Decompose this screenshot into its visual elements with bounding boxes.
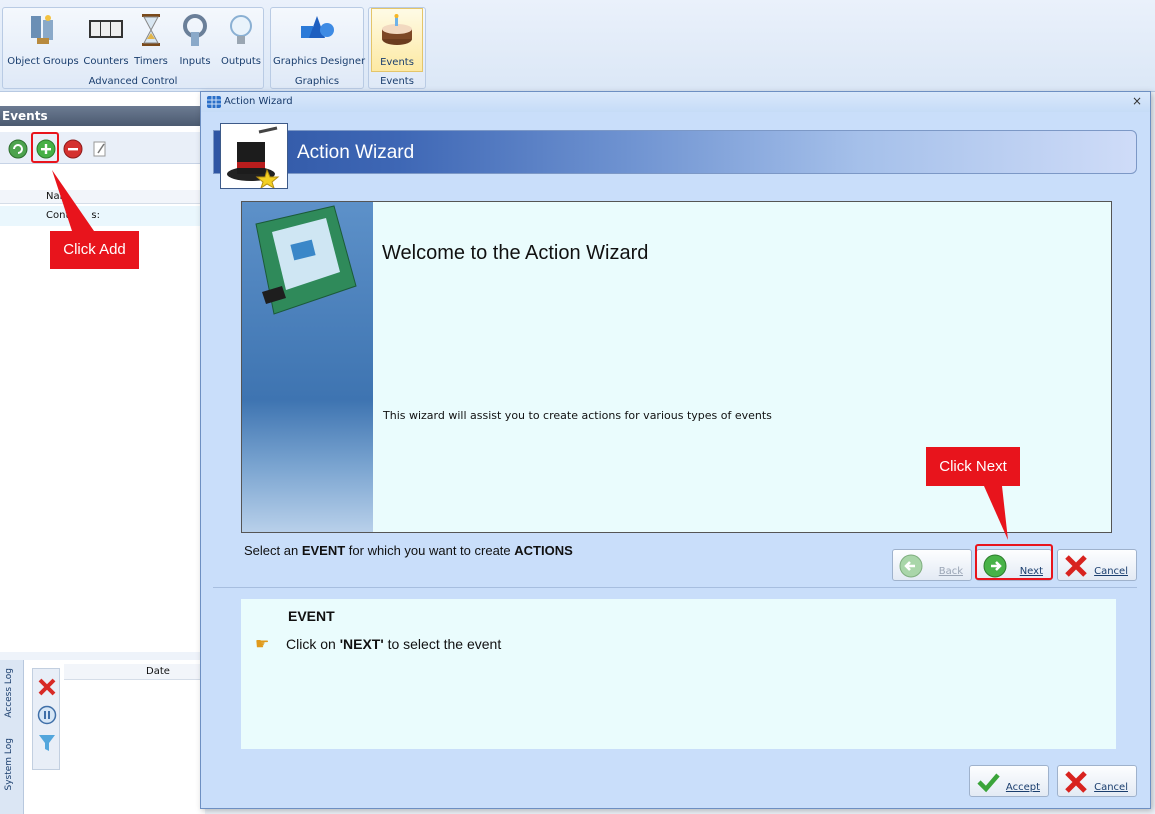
back-label: Back xyxy=(938,566,963,577)
events-grid-row[interactable]: Conta s: xyxy=(0,206,205,226)
prompt-event: EVENT xyxy=(301,543,346,558)
log-area: Access Log System Log Date xyxy=(0,660,205,814)
clear-log-icon[interactable] xyxy=(37,677,57,697)
pause-icon[interactable] xyxy=(37,705,57,725)
dialog-title: Action Wizard xyxy=(224,96,293,107)
log-vertical-tabs: Access Log System Log xyxy=(0,660,24,814)
ribbon-group-graphics: Graphics Designer Graphics xyxy=(270,7,366,89)
tab-system-log[interactable]: System Log xyxy=(4,738,14,791)
group-label-graphics: Graphics xyxy=(294,76,340,87)
pointing-hand-icon: ☛ xyxy=(255,634,270,653)
next-button-highlight xyxy=(975,544,1053,580)
ribbon-group-advanced-control: Object Groups Counters Timers Inputs Out… xyxy=(2,7,264,89)
refresh-icon[interactable] xyxy=(8,139,28,159)
click-next-text: Click Next xyxy=(939,458,1007,475)
click-next-callout: Click Next xyxy=(926,447,1020,486)
object-groups-button[interactable]: Object Groups xyxy=(5,8,81,72)
events-label: Events xyxy=(380,57,414,68)
magic-hat-icon xyxy=(220,123,288,190)
dialog-separator xyxy=(213,587,1137,588)
lightbulb-icon xyxy=(230,15,252,44)
event-prompt: Select an EVENT for which you want to cr… xyxy=(244,543,573,558)
back-arrow-icon xyxy=(899,554,923,578)
graphics-designer-label: Graphics Designer xyxy=(273,56,366,67)
counters-icon xyxy=(89,20,123,38)
click-add-callout: Click Add xyxy=(50,231,139,269)
event-info-panel: EVENT ☛ Click on 'NEXT' to select the ev… xyxy=(241,599,1116,749)
add-button-highlight xyxy=(31,132,59,163)
prompt-actions: ACTIONS xyxy=(514,543,573,558)
graphics-designer-button[interactable]: Graphics Designer xyxy=(273,8,366,72)
date-column-header: Date xyxy=(146,666,170,677)
group-label-advanced-control: Advanced Control xyxy=(88,76,178,87)
cancel-button[interactable]: Cancel xyxy=(1057,549,1137,581)
hourglass-icon xyxy=(142,14,160,46)
cancel-button-bottom[interactable]: Cancel xyxy=(1057,765,1137,797)
events-grid-row-text: Conta s: xyxy=(46,210,100,221)
close-icon[interactable]: × xyxy=(1132,94,1142,108)
object-groups-label: Object Groups xyxy=(7,56,79,67)
birthday-cake-icon xyxy=(382,14,412,45)
prompt-pre: Select an xyxy=(244,543,302,558)
events-button[interactable]: Events xyxy=(371,8,423,72)
info-text-bold: 'NEXT' xyxy=(339,636,384,652)
info-heading: EVENT xyxy=(288,608,335,624)
cancel-x-icon xyxy=(1065,555,1087,577)
counters-label: Counters xyxy=(83,56,129,67)
cancel-bottom-label: Cancel xyxy=(1094,782,1128,793)
info-text-pre: Click on xyxy=(286,636,340,652)
welcome-heading: Welcome to the Action Wizard xyxy=(382,242,649,264)
ribbon: Object Groups Counters Timers Inputs Out… xyxy=(0,0,1155,92)
info-text-post: to select the event xyxy=(383,636,502,652)
inputs-icon xyxy=(183,14,207,46)
cancel-x-icon xyxy=(1065,771,1087,793)
events-pane-title: Events xyxy=(0,106,205,126)
filter-icon[interactable] xyxy=(37,733,57,753)
events-grid-header: Nam xyxy=(0,190,205,204)
events-pane: Events Nam Conta s: ◂ xyxy=(0,92,205,734)
accept-label: Accept xyxy=(1005,782,1040,793)
log-toolbar xyxy=(32,668,60,770)
prompt-mid: for which you want to create xyxy=(345,543,515,558)
controller-board-image xyxy=(242,202,373,532)
inputs-button[interactable]: Inputs xyxy=(173,8,217,72)
group-label-events: Events xyxy=(380,76,414,87)
remove-icon[interactable] xyxy=(63,139,83,159)
click-add-text: Click Add xyxy=(63,241,126,258)
tab-access-log[interactable]: Access Log xyxy=(4,668,14,718)
outputs-label: Outputs xyxy=(221,56,261,67)
ribbon-group-events: Events Events xyxy=(368,7,426,89)
accept-button[interactable]: Accept xyxy=(969,765,1049,797)
name-column-header: Nam xyxy=(46,191,70,202)
back-button[interactable]: Back xyxy=(892,549,972,581)
banner-title: Action Wizard xyxy=(297,142,415,163)
log-grid-header: Date xyxy=(64,664,205,680)
app-grid-icon xyxy=(207,96,221,108)
info-text: Click on 'NEXT' to select the event xyxy=(286,636,501,652)
wizard-banner: Action Wizard xyxy=(213,130,1137,174)
checkmark-icon xyxy=(977,773,1000,793)
timers-button[interactable]: Timers xyxy=(131,8,171,72)
counters-button[interactable]: Counters xyxy=(83,8,129,72)
object-groups-icon xyxy=(31,15,53,44)
outputs-button[interactable]: Outputs xyxy=(219,8,263,72)
cancel-label: Cancel xyxy=(1094,566,1128,577)
edit-icon[interactable] xyxy=(90,139,110,159)
welcome-description: This wizard will assist you to create ac… xyxy=(383,409,772,422)
inputs-label: Inputs xyxy=(179,56,211,67)
graphics-shapes-icon xyxy=(301,16,334,38)
dialog-titlebar: Action Wizard × xyxy=(201,92,1150,112)
timers-label: Timers xyxy=(134,56,168,67)
